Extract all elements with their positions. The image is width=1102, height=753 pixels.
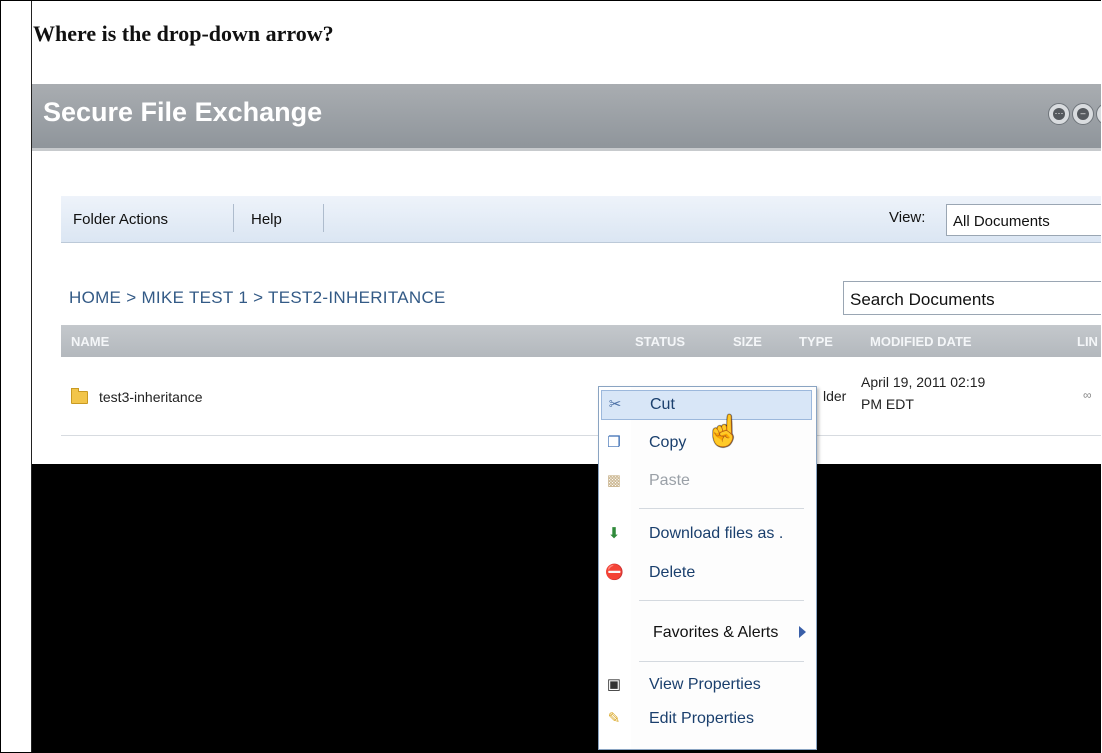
menu-item-edit-properties-label: Edit Properties (649, 710, 754, 727)
menu-item-view-properties[interactable]: ▣ View Properties (601, 671, 812, 701)
submenu-arrow-icon (799, 626, 806, 638)
more-options-icon[interactable]: ⋯ (1048, 103, 1070, 125)
hand-cursor-icon: ☝ (705, 415, 743, 448)
app-title: Secure File Exchange (43, 97, 323, 127)
menu-item-download[interactable]: ⬇ Download files as . (601, 520, 812, 550)
menu-item-cut-label: Cut (650, 396, 675, 413)
view-properties-icon: ▣ (606, 676, 622, 693)
menu-item-delete[interactable]: ⛔ Delete (601, 559, 812, 589)
edit-properties-icon: ✎ (607, 710, 621, 727)
menu-item-copy-label: Copy (649, 434, 687, 451)
menu-item-download-label: Download files as . (649, 525, 784, 542)
toolbar-divider (233, 204, 234, 232)
menu-item-paste-label: Paste (649, 472, 690, 489)
copy-icon: ❐ (607, 434, 621, 451)
menu-item-view-properties-label: View Properties (649, 676, 761, 693)
table-header: NAME STATUS SIZE TYPE MODIFIED DATE LIN (61, 325, 1101, 357)
main-content: Folder Actions Help View: All Documents … (32, 151, 1101, 463)
column-type[interactable]: TYPE (799, 334, 833, 349)
view-select[interactable]: All Documents (946, 204, 1101, 236)
column-name[interactable]: NAME (71, 334, 109, 349)
column-size[interactable]: SIZE (733, 334, 762, 349)
blank-area (32, 464, 1101, 752)
search-input[interactable]: Search Documents (843, 281, 1101, 315)
delete-icon: ⛔ (605, 564, 624, 581)
paste-icon: ▩ (606, 472, 622, 489)
column-link[interactable]: LIN (1077, 334, 1098, 349)
question-text: Where is the drop-down arrow? (33, 21, 334, 46)
download-icon: ⬇ (607, 525, 621, 542)
folder-toolbar: Folder Actions Help View: All Documents (61, 196, 1101, 243)
menu-separator (639, 600, 804, 601)
row-type: lder (823, 388, 847, 404)
row-modified-date: April 19, 2011 02:19 PM EDT (861, 371, 1061, 415)
help-menu[interactable]: Help (251, 211, 282, 228)
menu-item-favorites-label: Favorites & Alerts (653, 624, 779, 641)
view-label: View: (889, 209, 926, 226)
row-name[interactable]: test3-inheritance (99, 389, 203, 405)
menu-item-delete-label: Delete (649, 564, 696, 581)
close-icon[interactable] (1096, 103, 1101, 125)
screenshot-frame: Where is the drop-down arrow? Secure Fil… (0, 0, 1101, 753)
folder-actions-menu[interactable]: Folder Actions (73, 211, 168, 228)
column-modified-date[interactable]: MODIFIED DATE (870, 334, 972, 349)
menu-separator (639, 661, 804, 662)
app-header: Secure File Exchange ⋯ – (32, 84, 1101, 151)
row-modified-date-line2: PM EDT (861, 396, 914, 412)
table-row[interactable]: test3-inheritance lder April 19, 2011 02… (61, 358, 1101, 436)
row-modified-date-line1: April 19, 2011 02:19 (861, 374, 986, 390)
folder-icon (71, 388, 88, 404)
breadcrumb[interactable]: HOME > MIKE TEST 1 > TEST2-INHERITANCE (69, 288, 446, 308)
scissors-icon: ✂ (608, 396, 622, 413)
menu-item-edit-properties[interactable]: ✎ Edit Properties (601, 705, 812, 735)
toolbar-divider (323, 204, 324, 232)
menu-separator (639, 508, 804, 509)
column-status[interactable]: STATUS (635, 334, 685, 349)
minimize-icon[interactable]: – (1072, 103, 1094, 125)
menu-item-paste[interactable]: ▩ Paste (601, 467, 812, 497)
menu-item-favorites-alerts[interactable]: Favorites & Alerts (601, 619, 812, 649)
link-icon[interactable]: ∞ (1083, 388, 1092, 402)
